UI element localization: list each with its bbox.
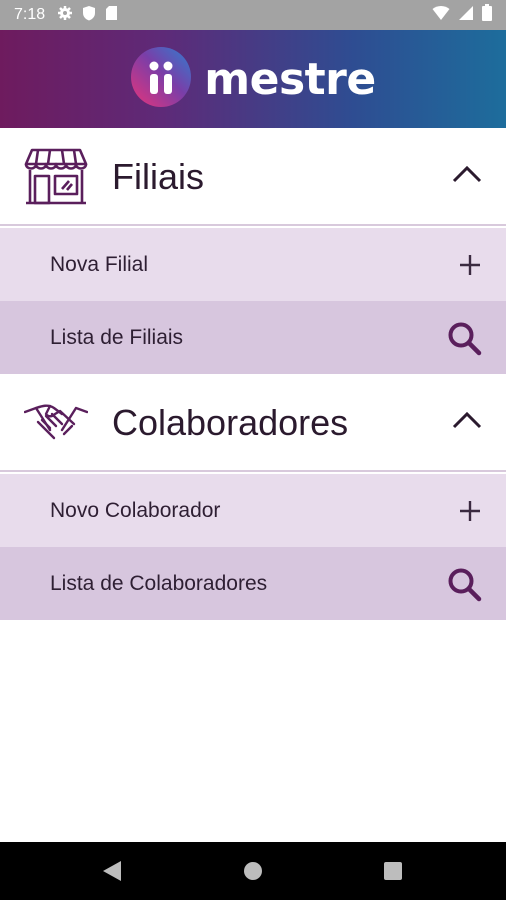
chevron-up-icon[interactable]: [452, 410, 482, 435]
app-header: mestre: [0, 30, 506, 128]
recents-icon[interactable]: [384, 842, 402, 900]
sd-card-icon: [105, 5, 118, 26]
wifi-icon: [432, 5, 450, 26]
system-nav-bar: [0, 842, 506, 900]
list-item-lista-de-filiais[interactable]: Lista de Filiais: [0, 301, 506, 374]
shield-icon: [82, 5, 96, 26]
handshake-icon: [23, 400, 89, 451]
mestre-logo-icon: [130, 46, 192, 113]
home-icon[interactable]: [243, 842, 263, 900]
list-item-label: Lista de Colaboradores: [50, 571, 268, 595]
search-icon[interactable]: [446, 566, 482, 602]
gear-icon: [57, 5, 73, 26]
back-icon[interactable]: [102, 842, 122, 900]
search-icon[interactable]: [446, 320, 482, 356]
signal-icon: [458, 5, 474, 26]
list-item-novo-colaborador[interactable]: Novo Colaborador: [0, 474, 506, 547]
list-item-label: Nova Filial: [50, 252, 149, 276]
list-item-label: Lista de Filiais: [50, 325, 184, 349]
list-item-nova-filial[interactable]: Nova Filial: [0, 228, 506, 301]
list-item-lista-de-colaboradores[interactable]: Lista de Colaboradores: [0, 547, 506, 620]
status-bar: 7:18: [0, 0, 506, 30]
section-title: Colaboradores: [112, 402, 349, 443]
chevron-up-icon[interactable]: [452, 164, 482, 189]
status-time: 7:18: [14, 6, 46, 23]
plus-icon[interactable]: [458, 253, 482, 277]
store-icon: [24, 148, 88, 211]
battery-icon: [482, 4, 492, 26]
section-header-filiais[interactable]: Filiais: [0, 128, 506, 226]
brand-name: mestre: [204, 53, 376, 105]
list-item-label: Novo Colaborador: [50, 498, 221, 522]
brand-logo: mestre: [130, 46, 376, 113]
plus-icon[interactable]: [458, 499, 482, 523]
section-title: Filiais: [112, 156, 205, 197]
section-header-colaboradores[interactable]: Colaboradores: [0, 374, 506, 472]
